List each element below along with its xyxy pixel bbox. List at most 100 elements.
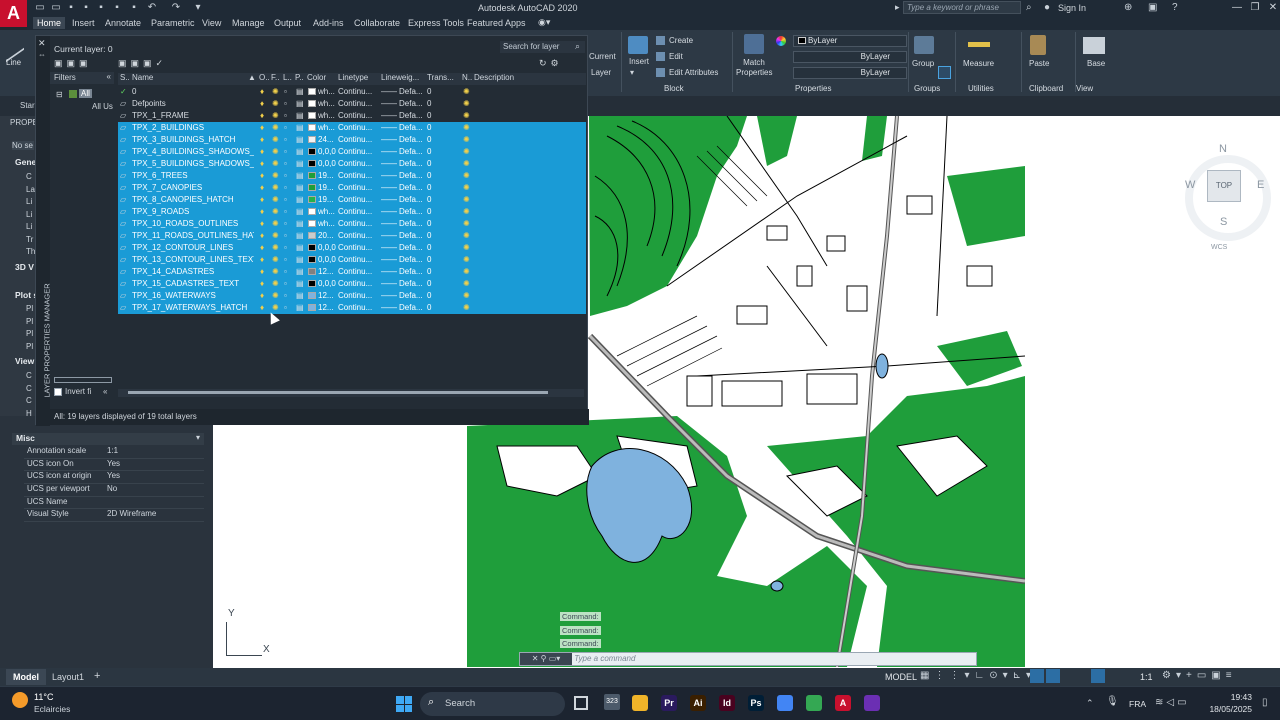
viewcube[interactable]: N W E S TOP WCS [1185, 143, 1271, 253]
search-icon[interactable]: ⌕ [575, 41, 580, 52]
match-properties-button[interactable]: Match Properties [736, 58, 772, 78]
col-status[interactable]: S.. [120, 73, 130, 82]
tray-chevron-icon[interactable]: ⌃ [1086, 698, 1094, 709]
groups-panel-label[interactable]: Groups [914, 84, 940, 93]
tab-featured-apps[interactable]: Featured Apps [463, 17, 530, 29]
layer-name[interactable]: TPX_11_ROADS_OUTLINES_HAT... [132, 230, 254, 242]
new-vp-freeze-icon[interactable]: ✺ [463, 98, 470, 110]
layer-name[interactable]: TPX_9_ROADS [132, 206, 254, 218]
language-indicator[interactable]: FRA [1129, 699, 1146, 709]
sun-thaw-icon[interactable]: ✺ [272, 206, 279, 218]
layer-linetype[interactable]: Continu... [338, 194, 380, 206]
add-layout-icon[interactable]: + [94, 670, 100, 682]
unlock-icon[interactable]: ▫ [284, 254, 287, 266]
windows-start-icon[interactable] [396, 696, 412, 712]
filter-all-used[interactable]: All Us [92, 102, 113, 111]
layer-transparency[interactable]: 0 [427, 230, 457, 242]
lightbulb-on-icon[interactable]: ♦ [260, 122, 264, 134]
layer-color[interactable]: 12... [308, 290, 338, 302]
plot-printer-icon[interactable]: ▤ [296, 170, 304, 182]
layer-name[interactable]: TPX_15_CADASTRES_TEXT [132, 278, 254, 290]
layer-transparency[interactable]: 0 [427, 170, 457, 182]
restore-icon[interactable]: ❐ [1248, 2, 1262, 13]
layer-color[interactable]: 12... [308, 302, 338, 314]
create-block-button[interactable]: Create [669, 36, 693, 45]
sun-thaw-icon[interactable]: ✺ [272, 242, 279, 254]
plot-printer-icon[interactable]: ▤ [296, 242, 304, 254]
layer-name[interactable]: TPX_5_BUILDINGS_SHADOWS_... [132, 158, 254, 170]
sun-thaw-icon[interactable]: ✺ [272, 158, 279, 170]
plot-printer-icon[interactable]: ▤ [296, 302, 304, 314]
layer-linetype[interactable]: Continu... [338, 278, 380, 290]
layer-lineweight[interactable]: Defa... [399, 182, 425, 194]
layer-row[interactable]: ▱ TPX_2_BUILDINGS ♦ ✺ ▫ ▤ wh... Continu... —— Def… [118, 122, 586, 134]
new-vp-freeze-icon[interactable]: ✺ [463, 146, 470, 158]
invert-filter-checkbox[interactable] [54, 388, 62, 396]
plot-printer-icon[interactable]: ▤ [296, 218, 304, 230]
sun-thaw-icon[interactable]: ✺ [272, 134, 279, 146]
insert-dropdown-icon[interactable]: ▾ [630, 68, 634, 77]
layer-name[interactable]: TPX_1_FRAME [132, 110, 254, 122]
layer-name[interactable]: TPX_13_CONTOUR_LINES_TEXT [132, 254, 254, 266]
task-view-icon[interactable] [574, 696, 588, 710]
viewcube-north[interactable]: N [1219, 143, 1227, 155]
lightbulb-on-icon[interactable]: ♦ [260, 278, 264, 290]
new-vp-freeze-icon[interactable]: ✺ [463, 302, 470, 314]
plot-printer-icon[interactable]: ▤ [296, 182, 304, 194]
sun-thaw-icon[interactable]: ✺ [272, 170, 279, 182]
layer-linetype[interactable]: Continu... [338, 122, 380, 134]
misc-row[interactable]: UCS icon at origin Yes [24, 471, 204, 485]
linetype-dropdown[interactable]: ByLayer [793, 51, 907, 63]
unlock-icon[interactable]: ▫ [284, 110, 287, 122]
layout1-tab[interactable]: Layout1 [52, 672, 84, 682]
filter-toolbar[interactable]: ▣▣▣ [54, 58, 92, 69]
layer-row[interactable]: ▱ TPX_10_ROADS_OUTLINES ♦ ✺ ▫ ▤ wh... Continu..… [118, 218, 586, 230]
misc-row[interactable]: Visual Style 2D Wireframe [24, 509, 204, 523]
plot-printer-icon[interactable]: ▤ [296, 254, 304, 266]
layer-linetype[interactable]: Continu... [338, 86, 380, 98]
quick-access-menu-icon[interactable]: ▾ [192, 2, 204, 13]
plot-printer-icon[interactable]: ▤ [296, 278, 304, 290]
paste-button[interactable]: Paste [1029, 59, 1049, 68]
insert-button[interactable]: Insert [629, 57, 649, 66]
layer-lineweight[interactable]: Defa... [399, 302, 425, 314]
section-3d-visualization[interactable]: 3D V [15, 262, 34, 272]
notifications-icon[interactable]: ▯ [1262, 697, 1268, 708]
layer-lineweight[interactable]: Defa... [399, 110, 425, 122]
group-icon[interactable] [914, 36, 934, 54]
layer-status-icon[interactable]: ▱ [120, 278, 130, 290]
sun-thaw-icon[interactable]: ✺ [272, 146, 279, 158]
layer-lineweight[interactable]: Defa... [399, 290, 425, 302]
layer-status-icon[interactable]: ▱ [120, 302, 130, 314]
misc-row[interactable]: UCS per viewport No [24, 484, 204, 497]
tab-view[interactable]: View [198, 17, 225, 29]
layer-linetype[interactable]: Continu... [338, 254, 380, 266]
layer-color[interactable]: wh... [308, 86, 338, 98]
layer-linetype[interactable]: Continu... [338, 146, 380, 158]
layer-toolbar[interactable]: ▣▣▣✓ [118, 58, 167, 69]
sun-thaw-icon[interactable]: ✺ [272, 278, 279, 290]
scroll-thumb[interactable] [128, 391, 548, 394]
layer-linetype[interactable]: Continu... [338, 230, 380, 242]
tab-manage[interactable]: Manage [228, 17, 269, 29]
unlock-icon[interactable]: ▫ [284, 182, 287, 194]
ribbon-options-icon[interactable]: ◉▾ [538, 17, 550, 28]
layer-color[interactable]: 19... [308, 194, 338, 206]
microphone-icon[interactable]: 🎙 [1106, 696, 1119, 707]
layer-linetype[interactable]: Continu... [338, 134, 380, 146]
layer-status-icon[interactable]: ▱ [120, 182, 130, 194]
tab-collaborate[interactable]: Collaborate [350, 17, 404, 29]
layer-linetype[interactable]: Continu... [338, 218, 380, 230]
layer-row[interactable]: ▱ TPX_11_ROADS_OUTLINES_HAT... ♦ ✺ ▫ ▤ 20... Co… [118, 230, 586, 242]
layer-lineweight[interactable]: Defa... [399, 146, 425, 158]
layer-row[interactable]: ▱ TPX_14_CADASTRES ♦ ✺ ▫ ▤ 12... Continu... —— De… [118, 266, 586, 278]
command-line-controls-icon[interactable]: ✕ ⚲ ▭▾ [520, 653, 572, 665]
layer-status-icon[interactable]: ▱ [120, 98, 130, 110]
refresh-settings-icons[interactable]: ↻⚙ [539, 58, 563, 69]
layer-lineweight[interactable]: Defa... [399, 86, 425, 98]
autohide-icon[interactable]: ⇔ [38, 50, 46, 59]
unlock-icon[interactable]: ▫ [284, 290, 287, 302]
col-name[interactable]: Name [132, 73, 153, 82]
wcs-menu[interactable]: WCS [1211, 244, 1227, 251]
layer-transparency[interactable]: 0 [427, 98, 457, 110]
